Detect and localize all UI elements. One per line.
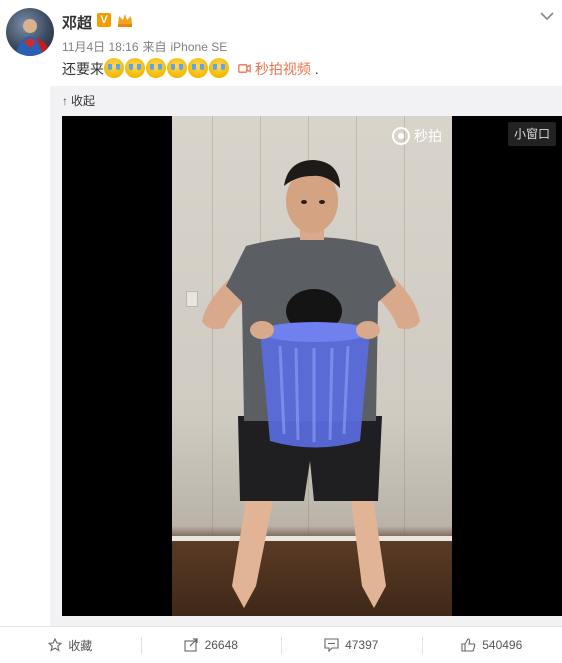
miaopai-logo-icon bbox=[392, 127, 410, 145]
person-figure bbox=[202, 160, 420, 608]
crying-emoji-icon bbox=[104, 58, 124, 78]
post-meta: 11月4日 18:16 来自 iPhone SE bbox=[62, 38, 231, 55]
favorite-label: 收藏 bbox=[68, 638, 93, 653]
like-button[interactable]: 540496 bbox=[421, 627, 562, 663]
like-count: 540496 bbox=[482, 638, 523, 652]
post-timestamp[interactable]: 11月4日 18:16 bbox=[62, 40, 139, 54]
video-link-label: 秒拍视频 bbox=[254, 60, 311, 77]
video-watermark: 秒拍 bbox=[392, 126, 442, 146]
trailing-text: . bbox=[314, 61, 319, 77]
post-source[interactable]: iPhone SE bbox=[171, 40, 228, 54]
thumbs-up-icon bbox=[461, 638, 476, 652]
arrow-up-icon: ↑ bbox=[62, 93, 68, 108]
repost-button[interactable]: 26648 bbox=[140, 627, 282, 663]
username[interactable]: 邓超 bbox=[62, 12, 92, 33]
favorite-button[interactable]: 收藏 bbox=[0, 627, 141, 663]
verified-badge-icon[interactable]: V bbox=[97, 13, 111, 27]
mini-window-button[interactable]: 小窗口 bbox=[507, 122, 556, 146]
watermark-label: 秒拍 bbox=[414, 128, 442, 144]
avatar[interactable] bbox=[6, 8, 54, 56]
media-panel: ↑ 收起 秒拍 小窗口 bbox=[50, 86, 562, 626]
action-bar: 收藏 26648 47397 540496 bbox=[0, 626, 562, 663]
video-frame[interactable] bbox=[172, 116, 452, 616]
post-content: 还要来 秒拍视频 . bbox=[62, 58, 319, 79]
crying-emoji-icon bbox=[167, 58, 187, 78]
comment-icon bbox=[324, 638, 339, 652]
crying-emoji-icon bbox=[209, 58, 229, 78]
star-icon bbox=[48, 638, 63, 652]
repost-count: 26648 bbox=[204, 638, 238, 652]
chevron-down-icon[interactable] bbox=[540, 8, 554, 21]
video-camera-icon bbox=[238, 64, 251, 73]
crying-emoji-icon bbox=[125, 58, 145, 78]
member-crown-icon[interactable] bbox=[116, 12, 134, 28]
collapse-label: 收起 bbox=[71, 94, 96, 108]
source-prefix: 来自 bbox=[142, 40, 167, 54]
video-player[interactable]: 秒拍 小窗口 bbox=[62, 116, 562, 616]
post-text: 还要来 bbox=[62, 61, 104, 77]
avatar-image bbox=[16, 19, 50, 56]
post-header: 邓超 V 11月4日 18:16 来自 iPhone SE 还要来 秒拍视频 . bbox=[0, 0, 562, 86]
crying-emoji-icon bbox=[188, 58, 208, 78]
crying-emoji-icon bbox=[146, 58, 166, 78]
comment-button[interactable]: 47397 bbox=[281, 627, 422, 663]
repost-icon bbox=[184, 638, 198, 652]
comment-count: 47397 bbox=[345, 638, 379, 652]
collapse-button[interactable]: ↑ 收起 bbox=[62, 92, 95, 109]
video-link[interactable]: 秒拍视频 bbox=[238, 59, 311, 79]
